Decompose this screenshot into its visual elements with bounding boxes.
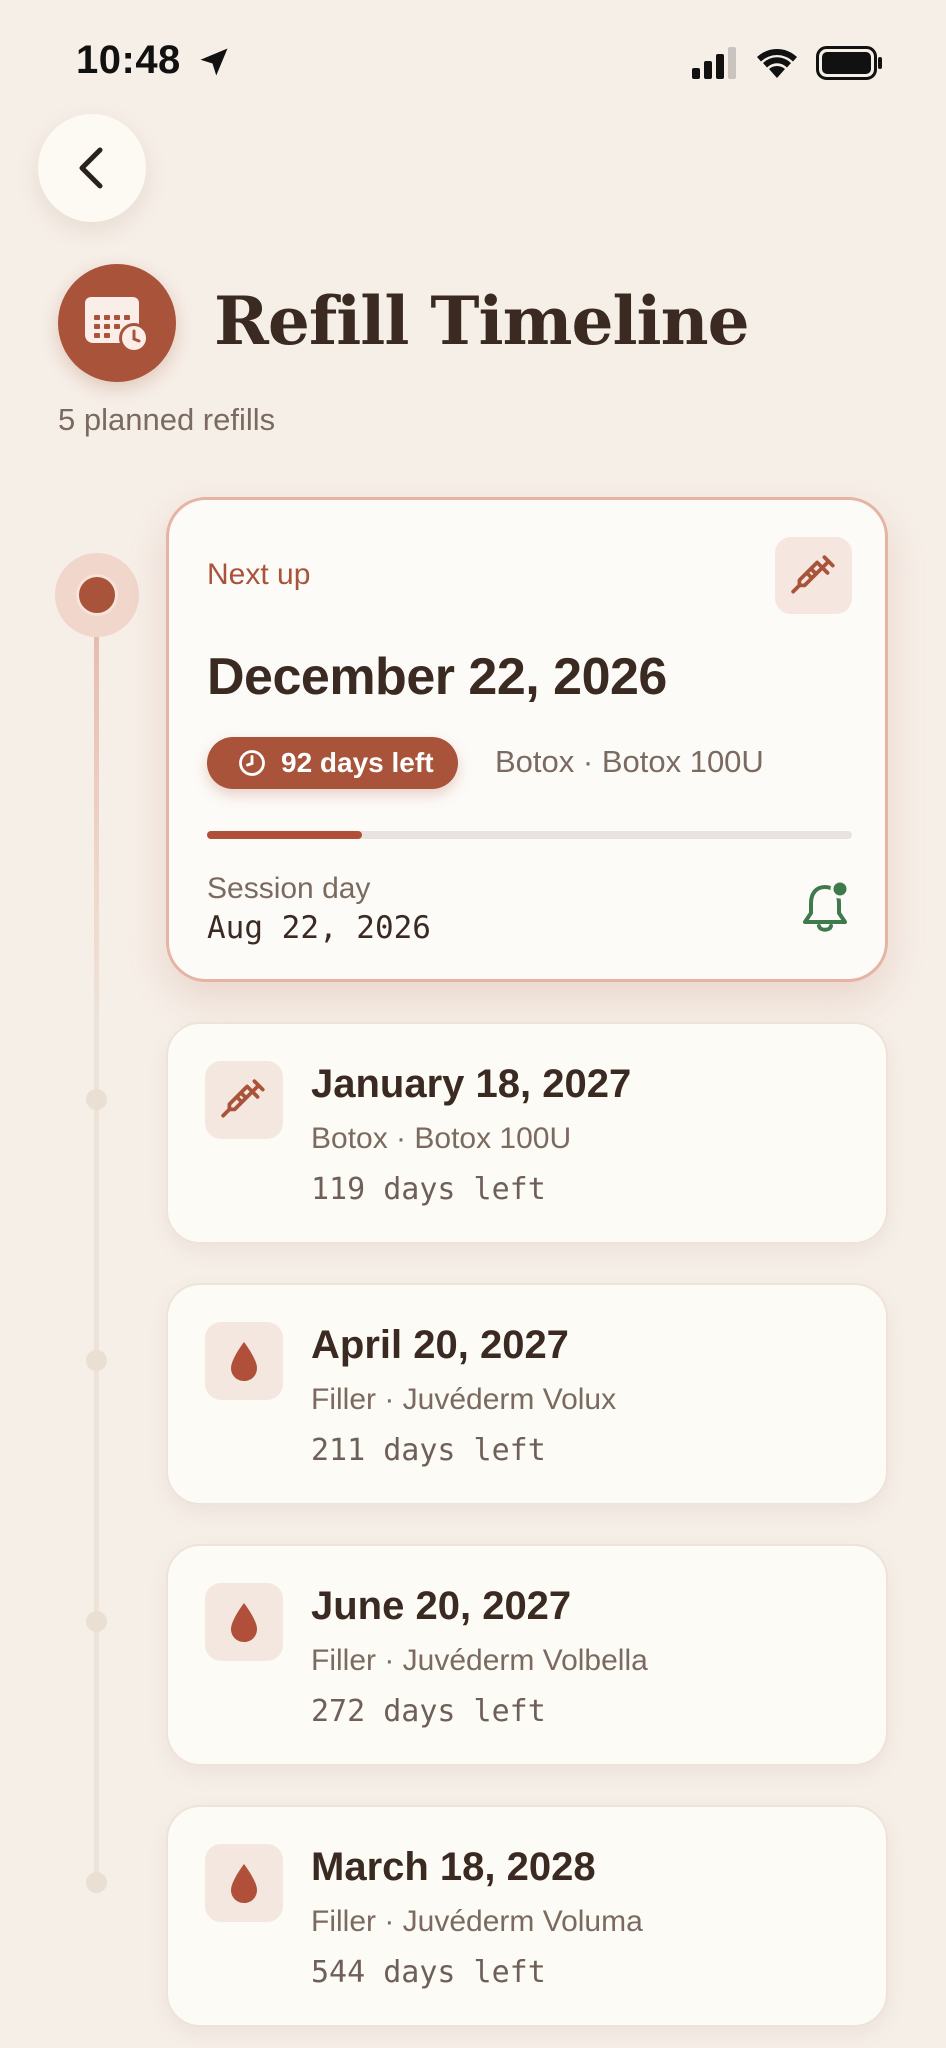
status-time: 10:48 <box>76 38 181 82</box>
refill-card[interactable]: January 18, 2027 Botox · Botox 100U 119 … <box>166 1022 888 1244</box>
refill-days-left: 544 days left <box>311 1955 546 1990</box>
refill-days-left: 272 days left <box>311 1694 546 1729</box>
battery-icon <box>816 46 882 80</box>
drop-icon <box>205 1583 283 1661</box>
countdown-progress-fill <box>207 831 362 839</box>
refill-card[interactable]: April 20, 2027 Filler · Juvéderm Volux 2… <box>166 1283 888 1505</box>
next-up-label: Next up <box>207 558 311 591</box>
page-title: Refill Timeline <box>214 282 750 360</box>
refill-product: Botox · Botox 100U <box>311 1122 572 1155</box>
timeline-dot <box>86 1089 107 1110</box>
next-refill-card[interactable]: Next up December 22, 2026 92 days left B… <box>166 497 888 982</box>
refill-card[interactable]: June 20, 2027 Filler · Juvéderm Volbella… <box>166 1544 888 1766</box>
cellular-signal-icon <box>692 47 736 79</box>
next-refill-product: Botox · Botox 100U <box>495 744 764 779</box>
chevron-left-icon <box>79 147 103 189</box>
refill-card[interactable]: March 18, 2028 Filler · Juvéderm Voluma … <box>166 1805 888 2027</box>
session-day-date: Aug 22, 2026 <box>207 910 431 946</box>
drop-icon <box>205 1844 283 1922</box>
refill-count: 5 planned refills <box>58 402 276 437</box>
refill-days-left: 211 days left <box>311 1433 546 1468</box>
refill-date: April 20, 2027 <box>311 1323 569 1367</box>
refill-date: January 18, 2027 <box>311 1062 632 1106</box>
timeline-dot <box>86 1872 107 1893</box>
back-button[interactable] <box>38 114 146 222</box>
drop-icon <box>205 1322 283 1400</box>
clock-icon <box>239 750 265 776</box>
refill-timeline-screen: 10:48 Refill Timeline 5 planned refills … <box>0 0 946 2048</box>
next-refill-date: December 22, 2026 <box>207 648 667 706</box>
refill-date: June 20, 2027 <box>311 1584 572 1628</box>
refill-product: Filler · Juvéderm Volux <box>311 1383 617 1416</box>
days-left-text: 92 days left <box>281 747 434 778</box>
refill-days-left: 119 days left <box>311 1172 546 1207</box>
days-left-badge: 92 days left <box>207 737 458 789</box>
timeline-current-dot <box>76 574 118 616</box>
countdown-progress-bar <box>207 831 852 839</box>
refill-date: March 18, 2028 <box>311 1845 596 1889</box>
timeline-dot <box>86 1350 107 1371</box>
timeline-rail-active <box>94 596 99 1016</box>
calendar-clock-icon <box>58 264 176 382</box>
syringe-icon <box>775 537 852 614</box>
refill-product: Filler · Juvéderm Voluma <box>311 1905 643 1938</box>
session-day-label: Session day <box>207 872 371 905</box>
refill-product: Filler · Juvéderm Volbella <box>311 1644 648 1677</box>
wifi-icon <box>757 49 797 78</box>
reminder-bell-icon[interactable] <box>796 878 854 936</box>
timeline-dot <box>86 1611 107 1632</box>
location-arrow-icon <box>200 48 228 76</box>
status-bar: 10:48 <box>0 0 946 120</box>
syringe-icon <box>205 1061 283 1139</box>
